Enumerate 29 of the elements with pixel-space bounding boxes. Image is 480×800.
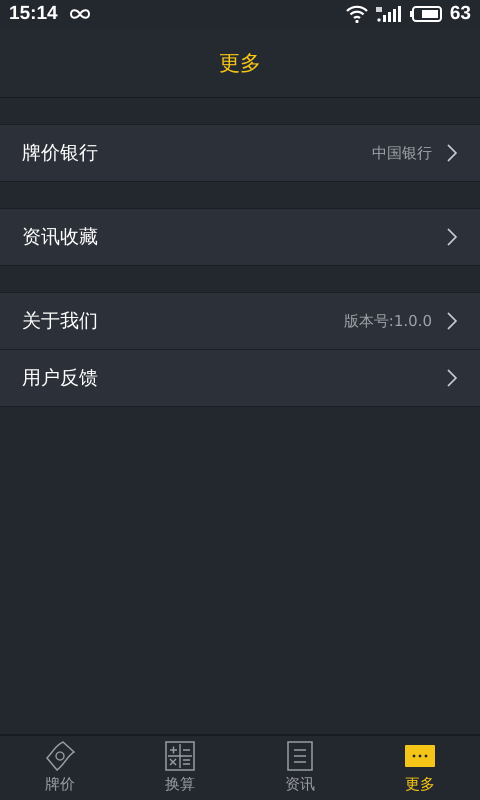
settings-row[interactable]: 资讯收藏 (0, 209, 480, 266)
battery-icon (410, 6, 442, 22)
settings-row[interactable]: 关于我们 版本号:1.0.0 (0, 293, 480, 350)
banknote-icon (43, 740, 77, 772)
document-icon (287, 741, 313, 771)
row-label: 资讯收藏 (22, 225, 99, 250)
row-label: 用户反馈 (22, 366, 99, 391)
row-label: 牌价银行 (22, 141, 99, 166)
tab-item[interactable]: 牌价 (0, 736, 120, 800)
settings-row[interactable]: 用户反馈 (0, 350, 480, 407)
wifi-icon (346, 5, 368, 23)
row-label: 关于我们 (22, 309, 99, 334)
tab-item[interactable]: 换算 (120, 736, 240, 800)
infinity-icon (68, 8, 92, 20)
more-dots-icon (405, 745, 435, 767)
page-title: 更多 (219, 50, 261, 76)
chevron-right-icon (446, 227, 458, 247)
chevron-right-icon (446, 311, 458, 331)
settings-row[interactable]: 牌价银行 中国银行 (0, 125, 480, 182)
tab-item[interactable]: 资讯 (240, 736, 360, 800)
chevron-right-icon (446, 368, 458, 388)
clock-time: 15:14 (9, 3, 58, 25)
row-value: 版本号:1.0.0 (344, 312, 432, 330)
chevron-right-icon (446, 143, 458, 163)
signal-icon (376, 6, 402, 22)
tab-item[interactable]: 更多 (360, 736, 480, 800)
battery-percent: 63 (450, 3, 471, 25)
row-value: 中国银行 (372, 144, 432, 162)
calculator-icon (165, 741, 195, 771)
